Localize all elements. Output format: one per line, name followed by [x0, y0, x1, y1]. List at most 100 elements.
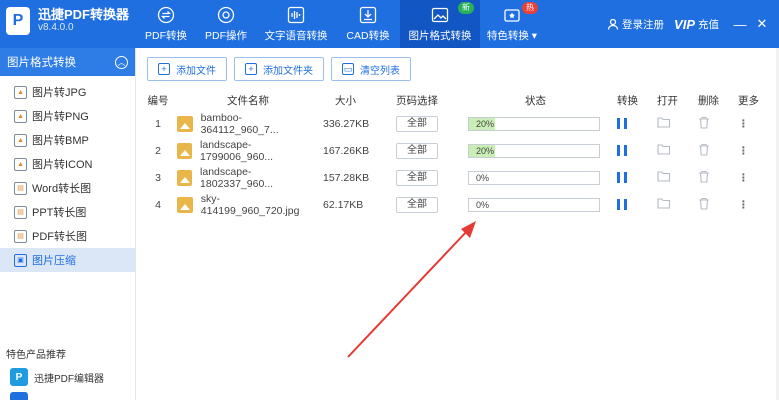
table-row[interactable]: 1 bamboo-364112_960_7... 336.27KB 全部 20%…: [137, 110, 779, 137]
promo-pdf-editor-link[interactable]: P 迅捷PDF编辑器: [10, 368, 104, 386]
file-name-cell: landscape-1799006_960...: [177, 139, 317, 163]
tab-text-speech[interactable]: 文字语音转换: [256, 0, 336, 48]
vip-recharge-button[interactable]: VIP 充值: [674, 17, 719, 32]
image-icon: [431, 7, 449, 23]
folder-icon: [657, 144, 671, 155]
main-panel: + 添加文件 + 添加文件夹 ▭ 清空列表 编号 文件名称 大小 页码选择 状态…: [137, 48, 779, 400]
file-name: landscape-1802337_960...: [200, 165, 274, 190]
hot-badge: 热: [522, 2, 538, 14]
jpg-icon: ▲: [14, 85, 27, 99]
bmp-icon: ▲: [14, 133, 27, 147]
progress-text: 20%: [476, 145, 495, 156]
app-name: 迅捷PDF转换器: [38, 7, 130, 22]
file-size: 167.26KB: [323, 144, 370, 157]
more-button[interactable]: ⋮: [738, 199, 749, 211]
convert-icon: [157, 6, 175, 24]
sidebar-item-pdf-long-image[interactable]: ▤ PDF转长图: [0, 224, 135, 248]
delete-button[interactable]: [698, 116, 710, 132]
trash-icon: ▭: [342, 63, 354, 75]
header-size: 大小: [335, 94, 356, 107]
delete-button[interactable]: [698, 197, 710, 213]
add-folder-button[interactable]: + 添加文件夹: [234, 57, 324, 81]
collapse-icon[interactable]: ︿: [115, 55, 128, 69]
more-vertical-icon: ⋮: [738, 144, 749, 157]
progress-bar: 20%: [468, 143, 600, 158]
delete-button[interactable]: [698, 170, 710, 186]
page-select-dropdown[interactable]: 全部: [396, 142, 438, 159]
sidebar-item-label: 图片转ICON: [32, 159, 93, 171]
pdf-icon: ▤: [14, 229, 27, 243]
pause-icon: [617, 145, 627, 156]
clear-list-button[interactable]: ▭ 清空列表: [331, 57, 411, 81]
progress-text: 20%: [476, 118, 495, 129]
tab-pdf-operations[interactable]: PDF操作: [196, 0, 256, 48]
cad-icon: [359, 6, 377, 24]
tab-pdf-convert[interactable]: PDF转换: [136, 0, 196, 48]
app-brand: P 迅捷PDF转换器 v8.4.0.0: [6, 7, 129, 35]
close-button[interactable]: ✕: [751, 16, 773, 32]
compress-icon: ▣: [14, 253, 27, 267]
sidebar-item-png[interactable]: ▲ 图片转PNG: [0, 104, 135, 128]
vip-label: 充值: [698, 18, 719, 31]
open-folder-button[interactable]: [657, 143, 671, 158]
sidebar-item-icon[interactable]: ▲ 图片转ICON: [0, 152, 135, 176]
open-folder-button[interactable]: [657, 197, 671, 212]
sidebar-item-word-long-image[interactable]: ▤ Word转长图: [0, 176, 135, 200]
sidebar-item-bmp[interactable]: ▲ 图片转BMP: [0, 128, 135, 152]
trash-icon: [699, 116, 709, 129]
pause-icon: [617, 172, 627, 183]
page-select-dropdown[interactable]: 全部: [396, 115, 438, 132]
tab-special-convert[interactable]: 热 特色转换 ▾: [480, 0, 544, 48]
progress-bar: 20%: [468, 116, 600, 131]
file-name: bamboo-364112_960_7...: [200, 111, 279, 136]
file-name-cell: sky-414199_960_720.jpg: [177, 193, 317, 217]
pause-button[interactable]: [617, 199, 627, 210]
open-folder-button[interactable]: [657, 116, 671, 131]
sidebar-item-label: 图片转BMP: [32, 135, 89, 147]
user-icon: [607, 18, 619, 30]
delete-button[interactable]: [698, 143, 710, 159]
pause-button[interactable]: [617, 172, 627, 183]
pause-button[interactable]: [617, 118, 627, 129]
row-number: 1: [155, 117, 161, 130]
folder-icon: [657, 171, 671, 182]
tab-cad-convert[interactable]: CAD转换: [336, 0, 400, 48]
promo-section-title: 特色产品推荐: [6, 350, 66, 361]
row-number: 3: [155, 171, 161, 184]
tab-label: PDF操作: [205, 30, 247, 42]
page-select-dropdown[interactable]: 全部: [396, 196, 438, 213]
sidebar-item-ppt-long-image[interactable]: ▤ PPT转长图: [0, 200, 135, 224]
more-button[interactable]: ⋮: [738, 118, 749, 130]
open-folder-button[interactable]: [657, 170, 671, 185]
more-vertical-icon: ⋮: [738, 117, 749, 130]
sidebar-item-label: PDF转长图: [32, 231, 87, 243]
table-row[interactable]: 3 landscape-1802337_960... 157.28KB 全部 0…: [137, 164, 779, 191]
more-vertical-icon: ⋮: [738, 198, 749, 211]
sidebar-item-image-compress[interactable]: ▣ 图片压缩: [0, 248, 135, 272]
more-button[interactable]: ⋮: [738, 172, 749, 184]
top-header: P 迅捷PDF转换器 v8.4.0.0 PDF转换 PDF操作 文字语音转换 C…: [0, 0, 779, 48]
page-select-value: 全部: [396, 115, 438, 132]
tab-image-format[interactable]: 新 图片格式转换: [400, 0, 480, 48]
more-button[interactable]: ⋮: [738, 145, 749, 157]
login-button[interactable]: 登录注册: [607, 17, 664, 32]
ppt-icon: ▤: [14, 205, 27, 219]
pause-icon: [617, 118, 627, 129]
file-name: sky-414199_960_720.jpg: [200, 192, 300, 217]
clear-list-label: 清空列表: [360, 65, 400, 77]
sidebar-item-label: 图片转JPG: [32, 87, 87, 99]
sidebar: 图片格式转换 ︿ ▲ 图片转JPG ▲ 图片转PNG ▲ 图片转BMP ▲ 图片转ICO…: [0, 48, 136, 400]
table-row[interactable]: 2 landscape-1799006_960... 167.26KB 全部 2…: [137, 137, 779, 164]
sidebar-item-jpg[interactable]: ▲ 图片转JPG: [0, 80, 135, 104]
table-row[interactable]: 4 sky-414199_960_720.jpg 62.17KB 全部 0% ⋮: [137, 191, 779, 218]
minimize-button[interactable]: —: [729, 17, 751, 32]
page-select-dropdown[interactable]: 全部: [396, 169, 438, 186]
table-header: 编号 文件名称 大小 页码选择 状态 转换 打开 删除 更多: [137, 90, 779, 110]
pause-button[interactable]: [617, 145, 627, 156]
promo-label: 迅捷PDF编辑器: [34, 373, 104, 385]
promo-next-logo-icon[interactable]: [10, 392, 28, 400]
sidebar-item-label: 图片转PNG: [32, 111, 89, 123]
more-vertical-icon: ⋮: [738, 171, 749, 184]
sidebar-header[interactable]: 图片格式转换 ︿: [0, 48, 135, 76]
add-file-button[interactable]: + 添加文件: [147, 57, 227, 81]
